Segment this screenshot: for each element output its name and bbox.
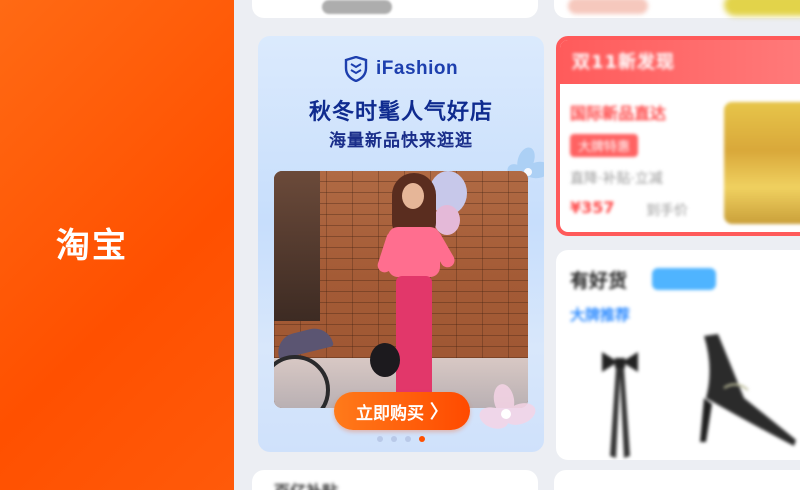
buy-now-button[interactable]: 立即购买 〉 — [334, 392, 470, 430]
high-heel-product-image[interactable] — [684, 328, 800, 448]
photo-window — [274, 171, 320, 321]
good-card-subtitle: 大牌推荐 — [570, 306, 631, 324]
blurred-product — [724, 0, 800, 16]
red-card-header: 双11新发现 — [560, 40, 800, 84]
model-face — [402, 183, 424, 209]
red-card-price-note: 到手价 — [646, 203, 688, 219]
ifashion-logo-text: iFashion — [376, 58, 459, 79]
red-card-price: ¥357 — [570, 198, 615, 217]
good-stuff-card[interactable]: 有好货 大牌推荐 — [556, 250, 800, 460]
chevron-right-icon: 〉 — [430, 402, 448, 423]
red-card-line: 直降·补贴·立减 — [570, 171, 663, 187]
model-cardigan — [388, 227, 440, 277]
carousel-dots — [258, 436, 544, 442]
feed-card-bottom-right[interactable] — [554, 470, 800, 490]
good-card-badge — [652, 268, 716, 290]
app-screen: iFashion 秋冬时髦人气好店 海量新品快来逛逛 立即购买 〉 双11新发现… — [234, 0, 800, 490]
carousel-dot-active[interactable] — [419, 436, 425, 442]
feed-card-top-right[interactable] — [554, 0, 800, 18]
model-pants — [396, 276, 432, 398]
ifashion-logo: iFashion — [344, 56, 458, 82]
red-card-chip: 大牌特惠 — [570, 134, 639, 157]
red-card-product-image[interactable] — [724, 102, 800, 224]
carousel-dot[interactable] — [377, 436, 383, 442]
promo-photo[interactable] — [274, 171, 528, 408]
red-card-header-text: 双11新发现 — [572, 52, 676, 73]
promo-title: 秋冬时髦人气好店 — [308, 100, 493, 125]
brand-panel: 淘宝 — [0, 0, 234, 490]
bow-product-image[interactable] — [598, 346, 642, 460]
model-bag — [370, 343, 400, 377]
ifashion-promo-card[interactable]: iFashion 秋冬时髦人气好店 海量新品快来逛逛 立即购买 〉 — [258, 36, 544, 452]
buy-now-label: 立即购买 — [356, 403, 424, 424]
feed-card-bottom-left[interactable]: 百亿补贴 — [252, 470, 538, 490]
taobao-logo-text: 淘宝 — [56, 226, 128, 266]
blurred-product — [568, 0, 648, 14]
good-card-title: 有好货 — [570, 270, 628, 292]
carousel-dot[interactable] — [391, 436, 397, 442]
carousel-dot[interactable] — [405, 436, 411, 442]
double11-promo-card[interactable]: 双11新发现 国际新品直达 大牌特惠 直降·补贴·立减 ¥357 到手价 — [556, 36, 800, 236]
screenshot-frame: 淘宝 iFashion 秋冬时髦人气好店 海量新品快来逛逛 立即购买 〉 双11… — [0, 0, 800, 490]
blurred-product — [322, 0, 392, 14]
bottom-card-title: 百亿补贴 — [274, 478, 338, 490]
feed-card-top-left[interactable] — [252, 0, 538, 18]
red-card-tag: 国际新品直达 — [570, 104, 667, 123]
flower-decoration-icon — [479, 384, 536, 429]
ifashion-shield-icon — [344, 56, 368, 82]
